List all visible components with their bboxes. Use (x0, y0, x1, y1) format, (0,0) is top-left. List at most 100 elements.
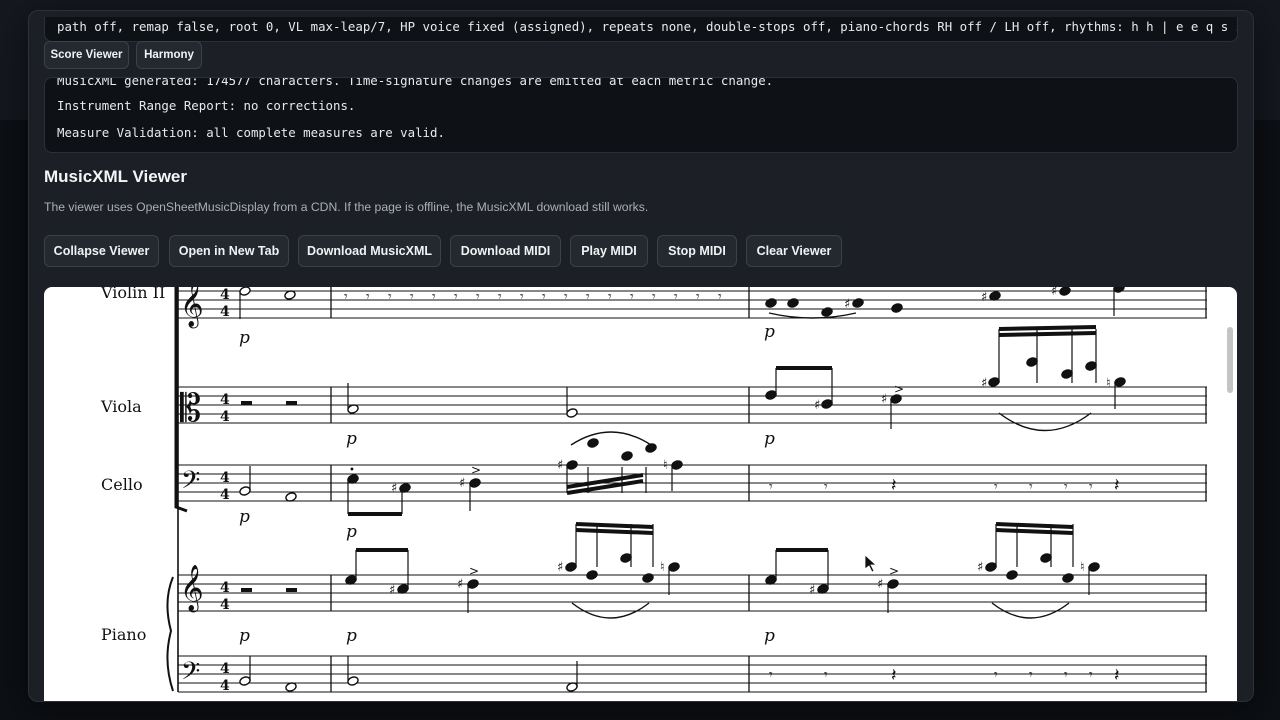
mouse-cursor-icon (864, 554, 878, 573)
rest-icon: 𝄾 (1089, 667, 1093, 683)
report-validation-line: Measure Validation: all complete measure… (57, 125, 445, 140)
note-head (1113, 287, 1125, 293)
rest-icon: 𝄾 (1064, 667, 1068, 683)
sharp-icon: ♯ (981, 376, 987, 391)
whole-rest (286, 401, 297, 405)
natural-icon: ♮ (1106, 376, 1111, 391)
rest-icon: 𝄾 (608, 289, 612, 305)
rest-icon: 𝄾 (432, 289, 436, 305)
slur (998, 412, 1092, 432)
instrument-name-violin-ii: Violin II (100, 287, 165, 302)
sharp-icon: ♯ (557, 458, 563, 473)
sharp-icon: ♯ (881, 392, 887, 407)
rest-icon: 𝄾 (366, 289, 370, 305)
accent: > (894, 382, 904, 396)
rest-icon: 𝄾 (769, 667, 773, 683)
rest-icon: 𝄾 (630, 289, 634, 305)
time-signature-bottom: 4 (220, 678, 230, 694)
rest-icon: 𝄾 (824, 667, 828, 683)
play-midi-button[interactable]: Play MIDI (570, 235, 648, 267)
whole-rest (241, 401, 252, 405)
time-signature-top: 4 (220, 580, 230, 596)
clear-viewer-button[interactable]: Clear Viewer (746, 235, 842, 267)
note-head (787, 298, 799, 308)
tab-score-viewer[interactable]: Score Viewer (44, 41, 129, 69)
natural-icon: ♮ (663, 458, 668, 473)
dynamic-marking: p (346, 429, 357, 449)
note-head (586, 570, 598, 580)
time-signature-top: 4 (220, 392, 230, 408)
quarter-rest-icon: 𝄽 (891, 665, 897, 686)
score-modal: path off, remap false, root 0, VL max-le… (28, 10, 1254, 702)
rest-icon: 𝄾 (718, 289, 722, 305)
rest-icon: 𝄾 (388, 289, 392, 305)
report-panel: MusicXML generated: 174577 characters. T… (44, 77, 1238, 153)
time-signature-bottom: 4 (220, 487, 230, 503)
note-head (1085, 361, 1097, 371)
quarter-rest-icon: 𝄽 (1114, 475, 1120, 496)
rest-icon: 𝄾 (454, 289, 458, 305)
score-svg: Violin IIViolaCelloPiano𝄞𝄞𝄡𝄢𝄢4444444444p… (100, 287, 1207, 694)
whole-rest (241, 588, 252, 592)
time-signature-top: 4 (220, 661, 230, 677)
rest-icon: 𝄾 (476, 289, 480, 305)
beam (575, 528, 654, 535)
instrument-name-cello: Cello (101, 475, 143, 494)
rest-icon: 𝄾 (586, 289, 590, 305)
note-head (469, 478, 481, 488)
quarter-rest-icon: 𝄽 (891, 475, 897, 496)
beam (998, 325, 1097, 331)
dynamic-marking: p (239, 328, 250, 348)
note-head (566, 408, 578, 418)
natural-icon: ♮ (660, 560, 665, 575)
score-canvas[interactable]: Violin II Viola Cello Piano 𝄞 𝄞 𝄡 𝄢 𝄢 4 4 4 4 4 4 4 4 4 4 p… (44, 287, 1237, 701)
note-head (642, 573, 654, 583)
note-head (668, 562, 680, 572)
rest-icon: 𝄾 (542, 289, 546, 305)
dynamic-marking: p (764, 626, 775, 646)
sharp-icon: ♯ (1051, 287, 1057, 299)
bass-clef-icon: 𝄢 (181, 657, 200, 692)
sharp-icon: ♯ (844, 297, 850, 312)
download-midi-button[interactable]: Download MIDI (450, 235, 561, 267)
note-head (587, 438, 599, 448)
sharp-icon: ♯ (877, 577, 883, 592)
stop-midi-button[interactable]: Stop MIDI (657, 235, 737, 267)
note-head (1026, 357, 1038, 367)
rest-icon: 𝄾 (994, 479, 998, 495)
dynamic-marking: p (239, 507, 250, 527)
download-musicxml-button[interactable]: Download MusicXML (298, 235, 441, 267)
note-head (852, 298, 864, 308)
tab-harmony[interactable]: Harmony (136, 41, 202, 69)
time-signature-bottom: 4 (220, 304, 230, 320)
note-head (671, 460, 683, 470)
note-head (821, 307, 833, 317)
rest-icon: 𝄾 (824, 479, 828, 495)
sharp-icon: ♯ (389, 583, 395, 598)
viewer-description: The viewer uses OpenSheetMusicDisplay fr… (44, 200, 649, 214)
dynamic-marking: p (346, 522, 357, 542)
note-head (239, 486, 251, 496)
sharp-icon: ♯ (814, 398, 820, 413)
dynamic-marking: p (764, 429, 775, 449)
rest-icon: 𝄾 (769, 479, 773, 495)
note-head (1059, 287, 1071, 296)
viewer-title: MusicXML Viewer (44, 167, 187, 186)
rest-icon: 𝄾 (652, 289, 656, 305)
bass-clef-icon: 𝄢 (181, 466, 200, 501)
beam (998, 331, 1097, 337)
collapse-viewer-button[interactable]: Collapse Viewer (44, 235, 159, 267)
score-scrollbar[interactable] (1227, 327, 1233, 393)
sharp-icon: ♯ (557, 560, 563, 575)
note-head (891, 303, 903, 313)
generation-log-text: path off, remap false, root 0, VL max-le… (57, 19, 1238, 34)
note-head (988, 377, 1000, 387)
sharp-icon: ♯ (457, 577, 463, 592)
generation-log: path off, remap false, root 0, VL max-le… (44, 17, 1238, 42)
rest-icon: 𝄾 (696, 289, 700, 305)
note-head (566, 460, 578, 470)
note-head (765, 390, 777, 400)
open-new-tab-button[interactable]: Open in New Tab (169, 235, 289, 267)
sharp-icon: ♯ (977, 560, 983, 575)
time-signature-bottom: 4 (220, 409, 230, 425)
